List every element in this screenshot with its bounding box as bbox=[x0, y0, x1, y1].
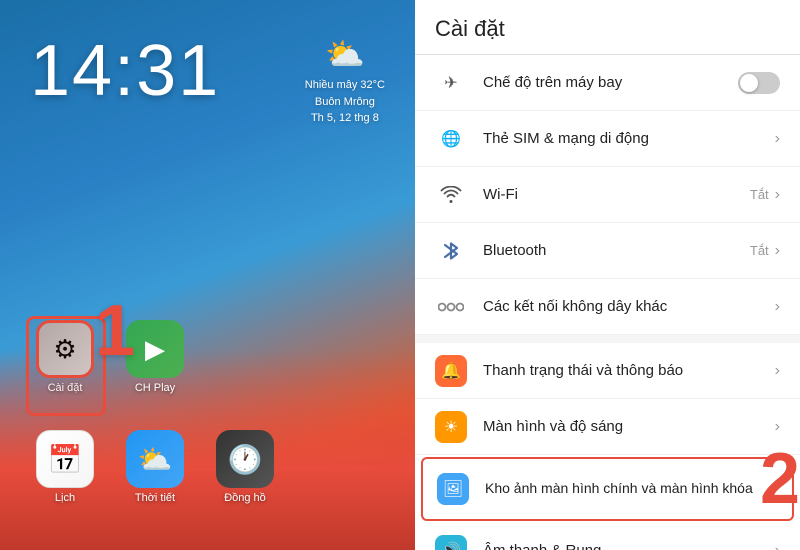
settings-item-sim[interactable]: 🌐 Thẻ SIM & mạng di động › bbox=[415, 111, 800, 167]
calendar-app-icon[interactable]: 📅 bbox=[36, 430, 94, 488]
brightness-icon: ☀ bbox=[435, 411, 467, 443]
sound-icon: 🔊 bbox=[435, 535, 467, 550]
weather-app-icon[interactable]: ⛅ bbox=[126, 430, 184, 488]
calendar-app-label: Lịch bbox=[55, 492, 75, 504]
wifi-status: Tắt bbox=[750, 187, 769, 202]
wallpaper-text: Kho ảnh màn hình chính và màn hình khóa bbox=[485, 479, 773, 499]
brightness-label: Màn hình và độ sáng bbox=[483, 418, 623, 435]
settings-panel: Cài đặt ✈ Chế độ trên máy bay 🌐 Thẻ SIM … bbox=[415, 0, 800, 550]
app-icon-calendar[interactable]: 📅 Lịch bbox=[30, 430, 100, 504]
weather-icon: ⛅ bbox=[305, 35, 385, 73]
settings-list: ✈ Chế độ trên máy bay 🌐 Thẻ SIM & mạng d… bbox=[415, 55, 800, 550]
sound-chevron: › bbox=[775, 542, 780, 550]
weather-line1: Nhiều mây 32°C bbox=[305, 79, 385, 91]
notification-text: Thanh trạng thái và thông báo bbox=[483, 361, 775, 381]
weather-widget: ⛅ Nhiều mây 32°C Buôn Mrông Th 5, 12 thg… bbox=[305, 35, 385, 127]
clock-app-label: Đồng hồ bbox=[224, 492, 266, 504]
homescreen-panel: 14:31 ⛅ Nhiều mây 32°C Buôn Mrông Th 5, … bbox=[0, 0, 415, 550]
bluetooth-status: Tắt bbox=[750, 243, 769, 258]
app-icon-clock[interactable]: 🕐 Đồng hồ bbox=[210, 430, 280, 504]
step-badge-1: 1 bbox=[95, 290, 135, 372]
other-conn-label: Các kết nối không dây khác bbox=[483, 298, 667, 315]
chplay-app-label: CH Play bbox=[135, 382, 175, 394]
other-conn-text: Các kết nối không dây khác bbox=[483, 297, 775, 317]
bluetooth-text: Bluetooth bbox=[483, 241, 750, 261]
wifi-icon bbox=[435, 179, 467, 211]
sim-text: Thẻ SIM & mạng di động bbox=[483, 129, 775, 149]
sound-text: Âm thanh & Rung bbox=[483, 541, 775, 550]
selected-icon-box bbox=[26, 316, 106, 416]
weather-line3: Th 5, 12 thg 8 bbox=[311, 112, 379, 124]
sim-chevron: › bbox=[775, 130, 780, 148]
sound-label: Âm thanh & Rung bbox=[483, 542, 601, 550]
settings-item-sound[interactable]: 🔊 Âm thanh & Rung › bbox=[415, 523, 800, 550]
settings-item-brightness[interactable]: ☀ Màn hình và độ sáng › bbox=[415, 399, 800, 455]
settings-item-airplane[interactable]: ✈ Chế độ trên máy bay bbox=[415, 55, 800, 111]
notification-chevron: › bbox=[775, 362, 780, 380]
notification-icon: 🔔 bbox=[435, 355, 467, 387]
wifi-text: Wi-Fi bbox=[483, 185, 750, 205]
settings-item-wifi[interactable]: Wi-Fi Tắt › bbox=[415, 167, 800, 223]
weather-app-label: Thời tiết bbox=[135, 492, 175, 504]
app-icon-weather[interactable]: ⛅ Thời tiết bbox=[120, 430, 190, 504]
brightness-chevron: › bbox=[775, 418, 780, 436]
sim-label: Thẻ SIM & mạng di động bbox=[483, 130, 649, 147]
wallpaper-chevron: › bbox=[773, 480, 778, 498]
settings-item-wallpaper[interactable]: 🖼 Kho ảnh màn hình chính và màn hình khó… bbox=[421, 457, 794, 521]
wifi-chevron: › bbox=[775, 186, 780, 204]
other-conn-chevron: › bbox=[775, 298, 780, 316]
bluetooth-label: Bluetooth bbox=[483, 242, 546, 259]
time-display: 14:31 bbox=[30, 30, 220, 112]
brightness-text: Màn hình và độ sáng bbox=[483, 417, 775, 437]
bluetooth-icon bbox=[435, 235, 467, 267]
settings-item-notification[interactable]: 🔔 Thanh trạng thái và thông báo › bbox=[415, 343, 800, 399]
settings-item-bluetooth[interactable]: Bluetooth Tắt › bbox=[415, 223, 800, 279]
wifi-label: Wi-Fi bbox=[483, 186, 518, 203]
app-row-2: 📅 Lịch ⛅ Thời tiết 🕐 Đồng hồ bbox=[30, 430, 280, 504]
wallpaper-icon: 🖼 bbox=[437, 473, 469, 505]
notification-label: Thanh trạng thái và thông báo bbox=[483, 362, 683, 379]
other-conn-icon bbox=[435, 291, 467, 323]
airplane-label: Chế độ trên máy bay bbox=[483, 74, 622, 91]
airplane-text: Chế độ trên máy bay bbox=[483, 73, 738, 93]
airplane-icon: ✈ bbox=[435, 67, 467, 99]
settings-header: Cài đặt bbox=[415, 0, 800, 55]
weather-line2: Buôn Mrông bbox=[315, 96, 375, 108]
divider-1 bbox=[415, 335, 800, 343]
settings-title: Cài đặt bbox=[435, 16, 505, 41]
settings-item-other-conn[interactable]: Các kết nối không dây khác › bbox=[415, 279, 800, 335]
bluetooth-chevron: › bbox=[775, 242, 780, 260]
sim-icon: 🌐 bbox=[435, 123, 467, 155]
clock-app-icon[interactable]: 🕐 bbox=[216, 430, 274, 488]
airplane-toggle[interactable] bbox=[738, 72, 780, 94]
wallpaper-label: Kho ảnh màn hình chính và màn hình khóa bbox=[485, 479, 773, 499]
